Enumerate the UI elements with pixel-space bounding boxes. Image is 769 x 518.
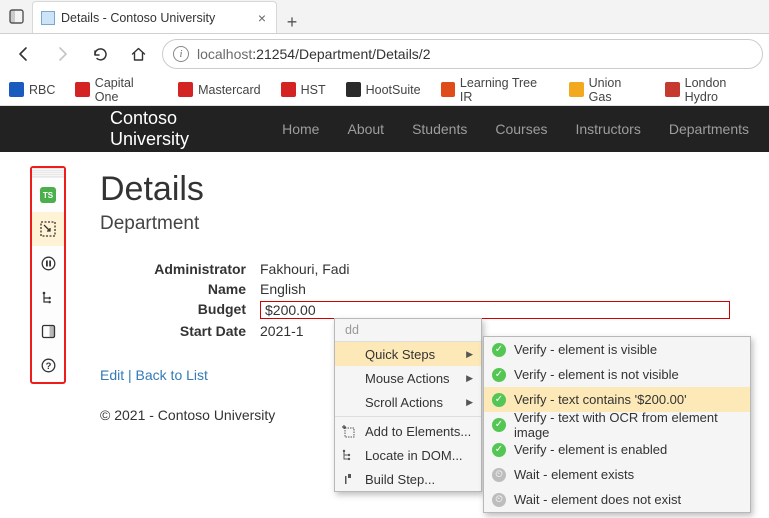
bookmark-capital-one[interactable]: Capital One (72, 76, 161, 104)
tab-title: Details - Contoso University (61, 11, 215, 25)
menu-mouse-actions[interactable]: Mouse Actions▶ (335, 366, 481, 390)
nav-about[interactable]: About (347, 121, 384, 137)
forward-button[interactable] (48, 40, 76, 68)
hammer-icon (342, 473, 358, 485)
url-text: localhost:21254/Department/Details/2 (197, 46, 430, 62)
menu-wait-exists[interactable]: ⏲ Wait - element exists (484, 462, 750, 487)
check-icon: ✓ (492, 343, 506, 357)
page-title: Details (100, 170, 749, 209)
bookmark-icon (346, 82, 361, 97)
value-name: English (260, 281, 749, 297)
submenu-arrow-icon: ▶ (466, 397, 473, 408)
page-subtitle: Department (100, 213, 749, 235)
tree-icon (342, 449, 358, 461)
browser-toolbar: i localhost:21254/Department/Details/2 (0, 34, 769, 74)
site-navbar: Contoso University Home About Students C… (0, 106, 769, 152)
nav-departments[interactable]: Departments (669, 121, 749, 137)
site-info-icon[interactable]: i (173, 46, 189, 62)
context-menu-quick-steps: ✓ Verify - element is visible ✓ Verify -… (483, 336, 751, 513)
wait-icon: ⏲ (492, 468, 506, 482)
nav-courses[interactable]: Courses (495, 121, 547, 137)
label-name: Name (100, 281, 260, 297)
check-icon: ✓ (492, 393, 506, 407)
value-administrator: Fakhouri, Fadi (260, 261, 749, 277)
menu-scroll-actions[interactable]: Scroll Actions▶ (335, 390, 481, 414)
brand[interactable]: Contoso University (110, 108, 244, 150)
bookmark-hst[interactable]: HST (278, 82, 329, 97)
bookmark-union-gas[interactable]: Union Gas (566, 76, 648, 104)
home-button[interactable] (124, 40, 152, 68)
bookmarks-bar: RBC Capital One Mastercard HST HootSuite… (0, 74, 769, 106)
check-icon: ✓ (492, 368, 506, 382)
menu-separator (335, 416, 481, 417)
tab-favicon-icon (41, 11, 55, 25)
menu-wait-not-exist[interactable]: ⏲ Wait - element does not exist (484, 487, 750, 512)
label-start-date: Start Date (100, 323, 260, 339)
menu-verify-visible[interactable]: ✓ Verify - element is visible (484, 337, 750, 362)
new-tab-button[interactable]: + (277, 12, 307, 33)
link-divider: | (128, 367, 136, 383)
add-element-icon (342, 425, 358, 438)
edit-link[interactable]: Edit (100, 367, 124, 383)
menu-quick-steps[interactable]: Quick Steps▶ (335, 342, 481, 366)
nav-instructors[interactable]: Instructors (575, 121, 640, 137)
menu-build-step[interactable]: Build Step... (335, 467, 481, 491)
bookmark-london-hydro[interactable]: London Hydro (662, 76, 763, 104)
tab-close-icon[interactable]: × (258, 10, 266, 26)
bookmark-icon (9, 82, 24, 97)
nav-home[interactable]: Home (282, 121, 319, 137)
menu-verify-not-visible[interactable]: ✓ Verify - element is not visible (484, 362, 750, 387)
tab-overview-button[interactable] (0, 1, 32, 33)
bookmark-icon (281, 82, 296, 97)
bookmark-icon (665, 82, 679, 97)
bookmark-mastercard[interactable]: Mastercard (175, 82, 264, 97)
bookmark-learning-tree[interactable]: Learning Tree IR (438, 76, 553, 104)
menu-verify-text-contains[interactable]: ✓ Verify - text contains '$200.00' (484, 387, 750, 412)
nav-students[interactable]: Students (412, 121, 467, 137)
context-menu-header: dd (335, 319, 481, 342)
submenu-arrow-icon: ▶ (466, 373, 473, 384)
back-to-list-link[interactable]: Back to List (136, 367, 208, 383)
label-budget: Budget (100, 301, 260, 319)
submenu-arrow-icon: ▶ (466, 349, 473, 360)
menu-verify-ocr[interactable]: ✓ Verify - text with OCR from element im… (484, 412, 750, 437)
check-icon: ✓ (492, 418, 506, 432)
bookmark-icon (178, 82, 193, 97)
address-bar[interactable]: i localhost:21254/Department/Details/2 (162, 39, 763, 69)
bookmark-icon (569, 82, 583, 97)
value-budget-wrapper: $200.00 (260, 301, 749, 319)
bookmark-icon (75, 82, 89, 97)
refresh-button[interactable] (86, 40, 114, 68)
menu-verify-enabled[interactable]: ✓ Verify - element is enabled (484, 437, 750, 462)
context-menu-primary: dd Quick Steps▶ Mouse Actions▶ Scroll Ac… (334, 318, 482, 492)
menu-add-to-elements[interactable]: Add to Elements... (335, 419, 481, 443)
wait-icon: ⏲ (492, 493, 506, 507)
bookmark-rbc[interactable]: RBC (6, 82, 58, 97)
browser-tab-active[interactable]: Details - Contoso University × (32, 1, 277, 33)
back-button[interactable] (10, 40, 38, 68)
value-budget-highlighted[interactable]: $200.00 (260, 301, 730, 319)
bookmark-icon (441, 82, 455, 97)
label-administrator: Administrator (100, 261, 260, 277)
bookmark-hootsuite[interactable]: HootSuite (343, 82, 424, 97)
check-icon: ✓ (492, 443, 506, 457)
browser-tab-strip: Details - Contoso University × + (0, 0, 769, 34)
menu-locate-in-dom[interactable]: Locate in DOM... (335, 443, 481, 467)
